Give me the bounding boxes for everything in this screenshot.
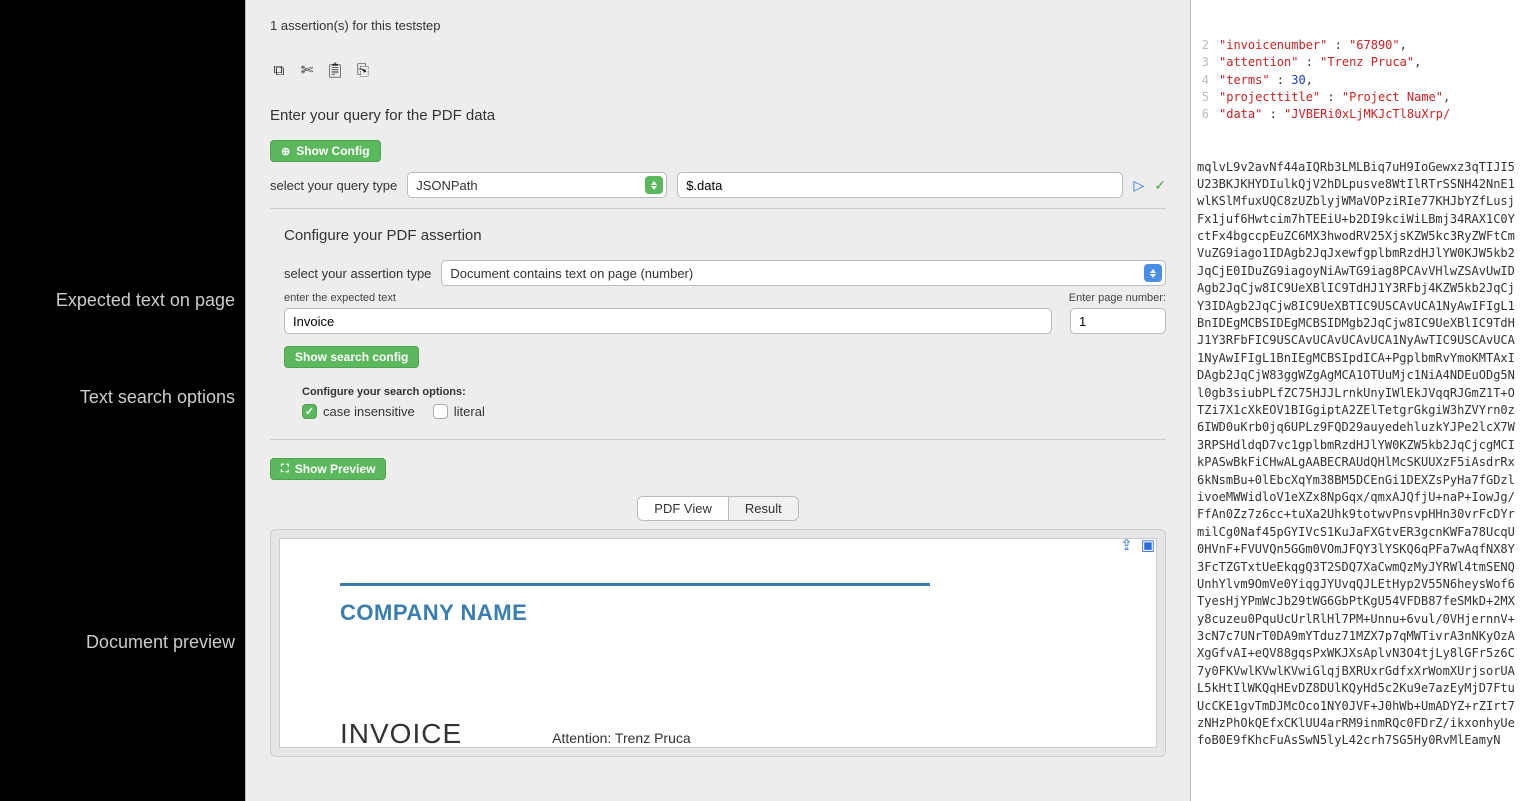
chevron-updown-icon [645, 176, 663, 194]
tab-pdf-view[interactable]: PDF View [638, 497, 729, 520]
query-section-title: Enter your query for the PDF data [270, 107, 1166, 124]
literal-checkbox[interactable]: literal [433, 404, 485, 419]
query-type-label: select your query type [270, 178, 397, 193]
preview-expand-icon: ⛶ [281, 463, 289, 476]
case-insensitive-checkbox[interactable]: case insensitive [302, 404, 415, 419]
page-number-input[interactable] [1070, 308, 1166, 334]
paste-icon[interactable]: 📋︎ [326, 61, 344, 79]
literal-label: literal [454, 404, 485, 419]
search-options-title: Configure your search options: [302, 386, 1166, 398]
json-line: 6"data" : "JVBERi0xLjMKJcTl8uXrp/ [1197, 106, 1520, 123]
assertion-section-title: Configure your PDF assertion [284, 227, 1166, 244]
annotation-search-options: Text search options [0, 379, 245, 416]
show-search-config-label: Show search config [295, 350, 408, 364]
preview-tabs: PDF View Result [637, 496, 798, 521]
annotation-document-preview: Document preview [0, 624, 245, 661]
json-response-panel: 2"invoicenumber" : "67890",3"attention" … [1191, 0, 1526, 801]
config-expand-icon: ⊕ [281, 145, 290, 158]
show-search-config-button[interactable]: Show search config [284, 346, 419, 368]
pdf-company-name: COMPANY NAME [340, 600, 1096, 626]
left-annotation-panel: Expected text on page Text search option… [0, 0, 245, 801]
pdf-page: COMPANY NAME INVOICE Attention: Trenz Pr… [279, 538, 1157, 748]
validate-icon[interactable]: ✓ [1154, 177, 1166, 194]
base64-data-content: mqlvL9v2avNf44aIQRb3LMLBiq7uH9IoGewxz3qT… [1197, 159, 1520, 750]
case-insensitive-label: case insensitive [323, 404, 415, 419]
assertion-type-select[interactable]: Document contains text on page (number) [441, 260, 1166, 286]
chevron-updown-icon [1144, 264, 1162, 282]
tab-result[interactable]: Result [729, 497, 798, 520]
checkbox-unchecked-icon [433, 404, 448, 419]
checkbox-checked-icon [302, 404, 317, 419]
annotation-expected-text: Expected text on page [0, 282, 245, 319]
expected-text-label: enter the expected text [284, 292, 396, 304]
pdf-invoice-heading: INVOICE [340, 718, 462, 748]
main-content-panel: 1 assertion(s) for this teststep ⧉ ✄ 📋︎ … [245, 0, 1191, 801]
pdf-preview-container: ⇪ ▣ COMPANY NAME INVOICE Attention: Tren… [270, 529, 1166, 757]
query-type-select[interactable]: JSONPath [407, 172, 667, 198]
show-config-label: Show Config [296, 144, 369, 158]
show-config-button[interactable]: ⊕ Show Config [270, 140, 381, 162]
duplicate-icon[interactable]: ⎘ [354, 61, 372, 79]
json-line: 3"attention" : "Trenz Pruca", [1197, 54, 1520, 71]
image-icon[interactable]: ▣ [1141, 536, 1155, 554]
copy-icon[interactable]: ⧉ [270, 61, 288, 79]
query-input[interactable] [677, 172, 1123, 198]
toolbar: ⧉ ✄ 📋︎ ⎘ [270, 61, 1166, 79]
assertion-type-value: Document contains text on page (number) [450, 266, 693, 281]
assertion-type-label: select your assertion type [284, 266, 431, 281]
pdf-attention-line: Attention: Trenz Pruca [552, 730, 691, 746]
json-line: 4"terms" : 30, [1197, 72, 1520, 89]
expected-text-input[interactable] [284, 308, 1052, 334]
cut-icon[interactable]: ✄ [298, 61, 316, 79]
page-number-label: Enter page number: [1069, 292, 1166, 304]
json-line: 2"invoicenumber" : "67890", [1197, 37, 1520, 54]
export-icon[interactable]: ⇪ [1120, 536, 1133, 554]
json-line: 5"projecttitle" : "Project Name", [1197, 89, 1520, 106]
run-query-icon[interactable]: ▷ [1133, 177, 1144, 194]
assertion-count-label: 1 assertion(s) for this teststep [270, 18, 1166, 33]
show-preview-label: Show Preview [295, 462, 376, 476]
query-type-value: JSONPath [416, 178, 477, 193]
show-preview-button[interactable]: ⛶ Show Preview [270, 458, 386, 480]
